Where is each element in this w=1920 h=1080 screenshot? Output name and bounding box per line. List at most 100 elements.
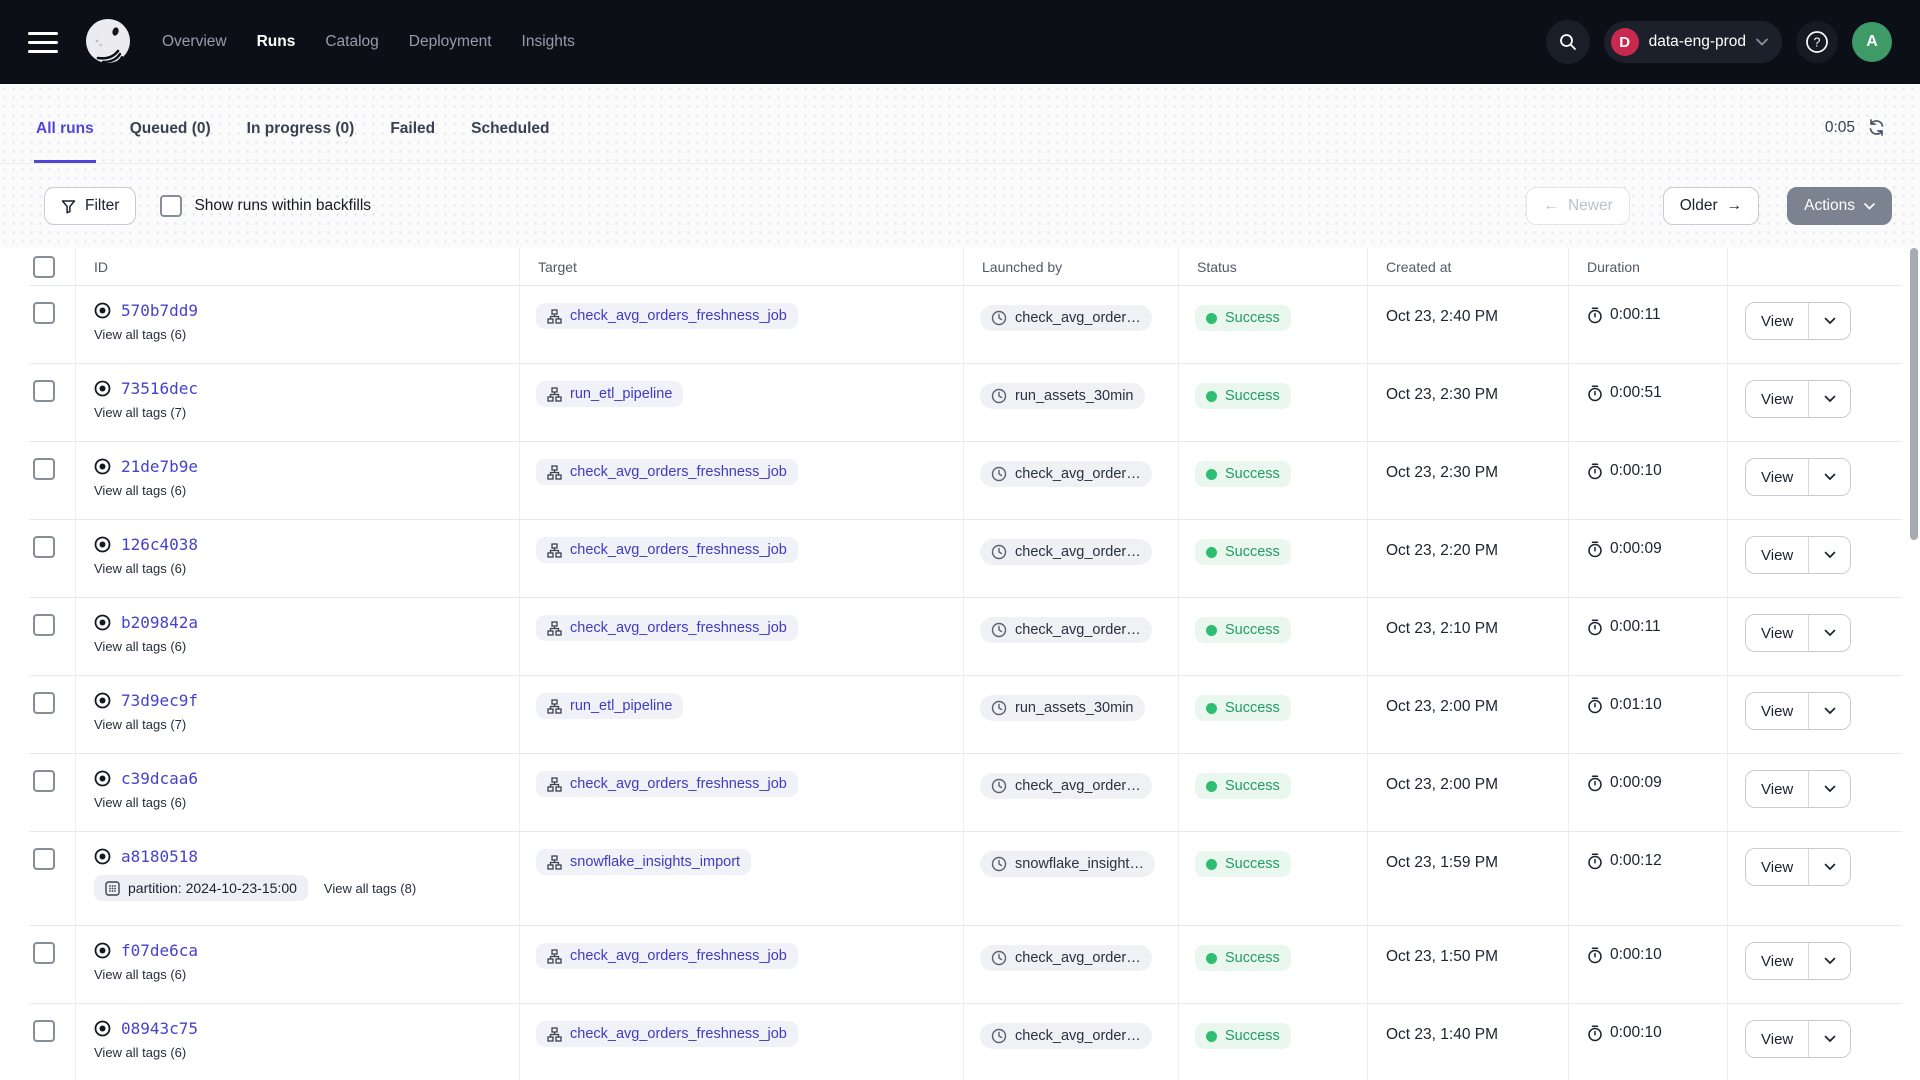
launched-by-pill[interactable]: run_assets_30min xyxy=(980,383,1145,409)
launched-by-pill[interactable]: check_avg_order… xyxy=(980,461,1152,487)
view-button[interactable]: View xyxy=(1746,771,1808,807)
user-avatar[interactable]: A xyxy=(1852,22,1892,62)
row-checkbox[interactable] xyxy=(33,942,55,964)
view-button[interactable]: View xyxy=(1746,1021,1808,1057)
target-job-pill[interactable]: run_etl_pipeline xyxy=(536,381,683,407)
row-checkbox[interactable] xyxy=(33,692,55,714)
view-button[interactable]: View xyxy=(1746,615,1808,651)
run-id-link[interactable]: 73d9ec9f xyxy=(121,691,198,710)
status-dot-icon xyxy=(1206,781,1217,792)
view-dropdown-button[interactable] xyxy=(1808,771,1850,807)
target-job-pill[interactable]: check_avg_orders_freshness_job xyxy=(536,537,798,563)
target-job-pill[interactable]: snowflake_insights_import xyxy=(536,849,751,875)
view-dropdown-button[interactable] xyxy=(1808,943,1850,979)
target-job-pill[interactable]: check_avg_orders_freshness_job xyxy=(536,303,798,329)
nav-item-overview[interactable]: Overview xyxy=(162,33,227,51)
launched-by-pill[interactable]: snowflake_insight… xyxy=(980,851,1155,877)
view-all-tags-link[interactable]: View all tags (6) xyxy=(94,327,186,342)
row-checkbox[interactable] xyxy=(33,770,55,792)
row-checkbox[interactable] xyxy=(33,302,55,324)
vertical-scrollbar[interactable] xyxy=(1910,248,1918,540)
partition-grid-icon xyxy=(105,881,120,896)
run-id-link[interactable]: 570b7dd9 xyxy=(121,301,198,320)
search-button[interactable] xyxy=(1546,20,1590,64)
deployment-switcher[interactable]: D data-eng-prod xyxy=(1604,21,1782,63)
nav-item-catalog[interactable]: Catalog xyxy=(325,33,378,51)
launched-by-pill[interactable]: check_avg_order… xyxy=(980,617,1152,643)
view-button[interactable]: View xyxy=(1746,849,1808,885)
view-dropdown-button[interactable] xyxy=(1808,1021,1850,1057)
view-button[interactable]: View xyxy=(1746,459,1808,495)
target-job-pill[interactable]: run_etl_pipeline xyxy=(536,693,683,719)
hamburger-menu-icon[interactable] xyxy=(28,32,58,53)
run-id-link[interactable]: c39dcaa6 xyxy=(121,769,198,788)
run-id-link[interactable]: 21de7b9e xyxy=(121,457,198,476)
filter-button[interactable]: Filter xyxy=(44,187,136,225)
view-dropdown-button[interactable] xyxy=(1808,459,1850,495)
dagster-logo-icon[interactable] xyxy=(84,18,132,66)
view-button[interactable]: View xyxy=(1746,943,1808,979)
status-badge: Success xyxy=(1195,773,1291,799)
run-id-link[interactable]: 73516dec xyxy=(121,379,198,398)
tab-scheduled[interactable]: Scheduled xyxy=(469,94,551,163)
row-checkbox[interactable] xyxy=(33,848,55,870)
target-job-pill[interactable]: check_avg_orders_freshness_job xyxy=(536,1021,798,1047)
tab-queued[interactable]: Queued (0) xyxy=(128,94,213,163)
actions-button[interactable]: Actions xyxy=(1787,187,1892,225)
view-all-tags-link[interactable]: View all tags (6) xyxy=(94,967,186,982)
row-checkbox[interactable] xyxy=(33,536,55,558)
tab-in-progress[interactable]: In progress (0) xyxy=(245,94,357,163)
created-at-cell: Oct 23, 2:00 PM xyxy=(1368,754,1569,831)
older-button[interactable]: Older→ xyxy=(1663,187,1759,225)
view-all-tags-link[interactable]: View all tags (7) xyxy=(94,717,186,732)
view-all-tags-link[interactable]: View all tags (6) xyxy=(94,483,186,498)
run-id-link[interactable]: a8180518 xyxy=(121,847,198,866)
launched-by-pill[interactable]: check_avg_order… xyxy=(980,1023,1152,1049)
run-id-link[interactable]: b209842a xyxy=(121,613,198,632)
view-dropdown-button[interactable] xyxy=(1808,615,1850,651)
help-button[interactable]: ? xyxy=(1796,21,1838,63)
view-dropdown-button[interactable] xyxy=(1808,849,1850,885)
tab-all-runs[interactable]: All runs xyxy=(34,94,96,163)
row-checkbox[interactable] xyxy=(33,1020,55,1042)
target-job-pill[interactable]: check_avg_orders_freshness_job xyxy=(536,459,798,485)
show-backfills-checkbox[interactable] xyxy=(160,195,182,217)
target-job-pill[interactable]: check_avg_orders_freshness_job xyxy=(536,771,798,797)
view-button[interactable]: View xyxy=(1746,693,1808,729)
view-all-tags-link[interactable]: View all tags (6) xyxy=(94,1045,186,1060)
view-button[interactable]: View xyxy=(1746,303,1808,339)
select-all-checkbox[interactable] xyxy=(33,256,55,278)
launched-by-pill[interactable]: check_avg_order… xyxy=(980,305,1152,331)
view-button[interactable]: View xyxy=(1746,381,1808,417)
partition-tag[interactable]: partition: 2024-10-23-15:00 xyxy=(94,875,308,901)
row-checkbox[interactable] xyxy=(33,380,55,402)
view-all-tags-link[interactable]: View all tags (7) xyxy=(94,405,186,420)
view-dropdown-button[interactable] xyxy=(1808,303,1850,339)
view-all-tags-link[interactable]: View all tags (8) xyxy=(324,881,416,896)
view-button[interactable]: View xyxy=(1746,537,1808,573)
target-job-pill[interactable]: check_avg_orders_freshness_job xyxy=(536,615,798,641)
tab-failed[interactable]: Failed xyxy=(388,94,437,163)
launched-by-pill[interactable]: check_avg_order… xyxy=(980,539,1152,565)
launched-by-pill[interactable]: check_avg_order… xyxy=(980,945,1152,971)
refresh-icon[interactable] xyxy=(1867,118,1886,137)
view-all-tags-link[interactable]: View all tags (6) xyxy=(94,639,186,654)
row-checkbox[interactable] xyxy=(33,614,55,636)
run-id-link[interactable]: f07de6ca xyxy=(121,941,198,960)
view-all-tags-link[interactable]: View all tags (6) xyxy=(94,561,186,576)
table-header: ID Target Launched by Status Created at … xyxy=(29,248,1902,286)
view-dropdown-button[interactable] xyxy=(1808,381,1850,417)
newer-button[interactable]: ←Newer xyxy=(1526,187,1629,225)
view-dropdown-button[interactable] xyxy=(1808,537,1850,573)
launched-by-pill[interactable]: check_avg_order… xyxy=(980,773,1152,799)
run-id-link[interactable]: 08943c75 xyxy=(121,1019,198,1038)
run-id-link[interactable]: 126c4038 xyxy=(121,535,198,554)
nav-item-insights[interactable]: Insights xyxy=(522,33,575,51)
nav-item-runs[interactable]: Runs xyxy=(257,33,296,51)
nav-item-deployment[interactable]: Deployment xyxy=(409,33,492,51)
view-dropdown-button[interactable] xyxy=(1808,693,1850,729)
launched-by-pill[interactable]: run_assets_30min xyxy=(980,695,1145,721)
view-all-tags-link[interactable]: View all tags (6) xyxy=(94,795,186,810)
target-job-pill[interactable]: check_avg_orders_freshness_job xyxy=(536,943,798,969)
row-checkbox[interactable] xyxy=(33,458,55,480)
